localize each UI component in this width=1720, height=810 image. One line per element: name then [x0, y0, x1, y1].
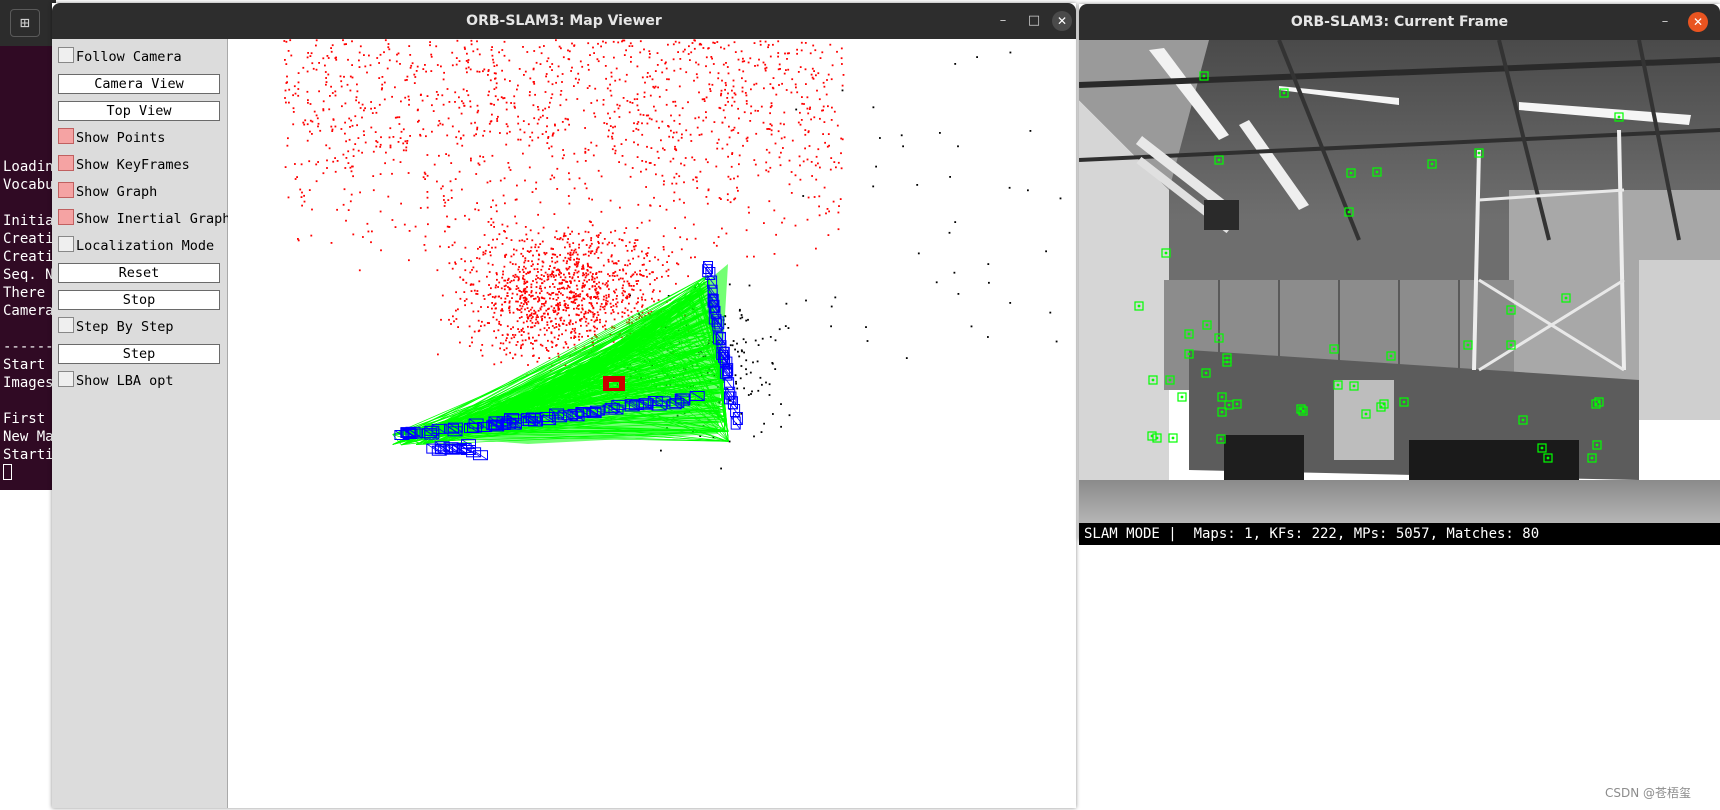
current-frame-title: ORB-SLAM3: Current Frame — [1290, 14, 1509, 30]
terminal-line: Images — [3, 375, 54, 391]
checkbox-box[interactable] — [58, 128, 74, 144]
checkbox-box[interactable] — [58, 182, 74, 198]
reset-button[interactable]: Reset — [58, 263, 220, 283]
control-panel: Follow Camera Camera View Top View Show … — [52, 39, 230, 808]
top-view-button[interactable]: Top View — [58, 101, 220, 121]
terminal-line: First — [3, 411, 46, 427]
current-frame-window: ORB-SLAM3: Current Frame – ✕ SLAM MODE |… — [1079, 4, 1720, 545]
map-visualization — [283, 39, 1062, 470]
localization-mode-label: Localization Mode — [76, 238, 215, 254]
watermark: CSDN @苍梧玺 — [1605, 786, 1692, 800]
show-lba-opt-label: Show LBA opt — [76, 373, 174, 389]
minimize-icon[interactable]: – — [1655, 12, 1675, 32]
camera-scene — [1079, 40, 1720, 523]
camera-view-button[interactable]: Camera View — [58, 74, 220, 94]
show-inertial-graph-checkbox[interactable]: Show Inertial Graph — [58, 209, 230, 229]
terminal-cursor-line — [3, 464, 54, 482]
terminal-line: Start — [3, 357, 46, 373]
terminal-line: There — [3, 285, 46, 301]
terminal-line: Creati — [3, 231, 54, 247]
terminal-line: Starti — [3, 447, 54, 463]
terminal-cursor — [3, 464, 12, 480]
step-button[interactable]: Step — [58, 344, 220, 364]
show-lba-opt-checkbox[interactable]: Show LBA opt — [58, 371, 174, 391]
show-points-checkbox[interactable]: Show Points — [58, 128, 165, 148]
show-keyframes-label: Show KeyFrames — [76, 157, 190, 173]
follow-camera-label: Follow Camera — [76, 49, 182, 65]
terminal-line: Vocabu — [3, 177, 54, 193]
terminal-line: Loadin — [3, 159, 54, 175]
status-bar: SLAM MODE | Maps: 1, KFs: 222, MPs: 5057… — [1079, 523, 1720, 545]
terminal-line: Camera — [3, 303, 54, 319]
checkbox-box[interactable] — [58, 155, 74, 171]
terminal-line: New Ma — [3, 429, 54, 445]
terminal-line: ------ — [3, 339, 54, 355]
terminal-line: Seq. N — [3, 267, 54, 283]
show-graph-checkbox[interactable]: Show Graph — [58, 182, 157, 202]
stop-button[interactable]: Stop — [58, 290, 220, 310]
step-by-step-label: Step By Step — [76, 319, 174, 335]
show-points-label: Show Points — [76, 130, 166, 146]
terminal-window[interactable]: ⊞ Loadin Vocabu Initia Creati Creati Seq. N Th… — [0, 0, 56, 490]
camera-frame-image — [1079, 40, 1720, 523]
terminal-line: Initia — [3, 213, 54, 229]
show-inertial-graph-label: Show Inertial Graph — [76, 211, 231, 227]
terminal-output: Loadin Vocabu Initia Creati Creati Seq. N Ther… — [3, 158, 54, 482]
checkbox-box[interactable] — [58, 47, 74, 63]
show-keyframes-checkbox[interactable]: Show KeyFrames — [58, 155, 190, 175]
close-icon[interactable]: ✕ — [1052, 11, 1072, 31]
map-viewer-window: ORB-SLAM3: Map Viewer – □ ✕ Follow Camer… — [52, 3, 1076, 808]
checkbox-box[interactable] — [58, 371, 74, 387]
follow-camera-checkbox[interactable]: Follow Camera — [58, 47, 182, 67]
map-3d-canvas[interactable] — [228, 39, 1076, 808]
checkbox-box[interactable] — [58, 317, 74, 333]
terminal-line: Creati — [3, 249, 54, 265]
terminal-header: ⊞ — [0, 0, 56, 46]
map-points — [283, 39, 845, 379]
map-viewer-title: ORB-SLAM3: Map Viewer — [466, 13, 662, 29]
map-viewer-titlebar[interactable]: ORB-SLAM3: Map Viewer – □ ✕ — [52, 3, 1076, 39]
maximize-icon[interactable]: □ — [1024, 11, 1044, 31]
show-graph-label: Show Graph — [76, 184, 158, 200]
localization-mode-checkbox[interactable]: Localization Mode — [58, 236, 214, 256]
step-by-step-checkbox[interactable]: Step By Step — [58, 317, 174, 337]
checkbox-box[interactable] — [58, 236, 74, 252]
minimize-icon[interactable]: – — [993, 11, 1013, 31]
new-tab-icon[interactable]: ⊞ — [10, 9, 40, 37]
close-icon[interactable]: ✕ — [1688, 12, 1708, 32]
checkbox-box[interactable] — [58, 209, 74, 225]
current-frame-titlebar[interactable]: ORB-SLAM3: Current Frame – ✕ — [1079, 4, 1720, 40]
